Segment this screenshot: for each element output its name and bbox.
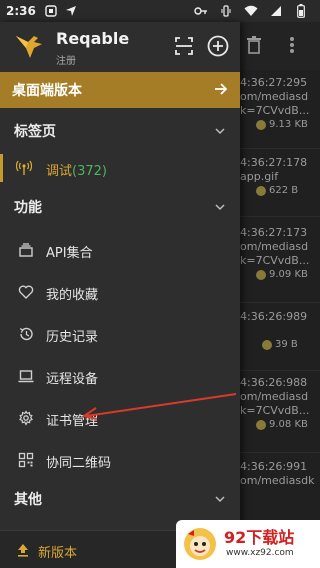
list-item[interactable]: 4:36:26:991 om/mediasdk [240, 460, 320, 488]
watermark-url: www.xz92.com [226, 548, 294, 558]
vibrate-icon [219, 4, 233, 18]
signal-icon [269, 4, 283, 18]
layers-icon [19, 243, 33, 257]
chevron-down-icon [215, 128, 225, 135]
other-section-title: 其他 [14, 492, 42, 508]
status-time: 2:36 [6, 4, 36, 18]
menu-item-favorites[interactable]: 我的收藏 [0, 276, 240, 308]
menu-item-label: 远程设备 [46, 372, 99, 387]
gear-icon [19, 410, 33, 426]
scan-button[interactable] [172, 34, 196, 58]
other-section-header[interactable]: 其他 [0, 484, 240, 514]
tab-debug-label: 调试 [46, 164, 73, 179]
key-icon [194, 4, 208, 18]
navigation-drawer: Reqable 注册 桌面端版本 标签页 调试(372) 功能 API集合 我的… [0, 22, 240, 568]
globe-icon [262, 340, 272, 350]
tabs-section-header[interactable]: 标签页 [0, 116, 240, 146]
watermark-mascot-icon [184, 528, 216, 560]
watermark-title: 92下载站 [224, 528, 295, 547]
menu-item-remote-devices[interactable]: 远程设备 [0, 360, 240, 392]
watermark: 92下载站 www.xz92.com [176, 520, 320, 568]
add-button[interactable] [206, 34, 230, 58]
menu-item-api-collection[interactable]: API集合 [0, 234, 240, 266]
background-request-list: 4:36:27:295 om/mediasd k=7CVvdB... 9.13 … [240, 70, 320, 568]
scan-icon [175, 37, 193, 55]
notification-icon [44, 4, 58, 18]
reqable-logo-icon [14, 32, 44, 60]
new-version-label: 新版本 [38, 546, 78, 561]
list-item[interactable]: 4:36:26:988 om/mediasd k=7CVvdB... 9.08 … [240, 376, 320, 434]
app-name: Reqable [56, 29, 130, 48]
desktop-version-banner[interactable]: 桌面端版本 [0, 72, 240, 108]
wifi-icon [244, 4, 258, 18]
delete-icon[interactable] [244, 36, 264, 56]
globe-icon [256, 120, 266, 130]
list-item[interactable]: 4:36:27:295 om/mediasd k=7CVvdB... 9.13 … [240, 76, 320, 134]
battery-icon [294, 4, 308, 18]
heart-icon [18, 285, 34, 299]
arrow-right-icon [214, 81, 228, 100]
more-vert-icon[interactable] [282, 36, 302, 56]
tab-debug[interactable]: 调试(372) [0, 152, 240, 184]
menu-item-label: 协同二维码 [46, 456, 112, 471]
drawer-header: Reqable 注册 [0, 22, 240, 70]
list-item[interactable]: 4:36:27:173 om/mediasd k=7CVvdB... 9.09 … [240, 226, 320, 284]
broadcast-icon [16, 160, 32, 175]
chevron-down-icon [215, 496, 225, 503]
active-indicator [0, 154, 3, 182]
menu-item-label: 我的收藏 [46, 288, 99, 303]
history-icon [19, 327, 33, 341]
menu-item-label: API集合 [46, 246, 93, 261]
register-link[interactable]: 注册 [56, 52, 76, 67]
add-circle-icon [207, 35, 229, 57]
menu-item-history[interactable]: 历史记录 [0, 318, 240, 350]
desktop-version-label: 桌面端版本 [12, 83, 82, 99]
list-item[interactable]: 4:36:26:989 39 B [240, 310, 320, 354]
globe-icon [256, 420, 266, 430]
features-section-title: 功能 [14, 200, 42, 216]
tab-debug-count: (372) [72, 164, 107, 179]
list-item[interactable]: 4:36:27:178 app.gif 622 B [240, 156, 320, 200]
globe-icon [256, 270, 266, 280]
globe-icon [256, 186, 266, 196]
menu-item-label: 历史记录 [46, 330, 99, 345]
location-arrow-icon [64, 4, 78, 18]
qr-code-icon [18, 452, 34, 468]
status-bar: 2:36 [0, 0, 320, 22]
upload-icon [18, 544, 28, 557]
chevron-down-icon [215, 204, 225, 211]
tabs-section-title: 标签页 [14, 124, 56, 140]
menu-item-collaboration-qr[interactable]: 协同二维码 [0, 444, 240, 476]
annotation-arrow [81, 393, 237, 420]
laptop-icon [18, 370, 34, 383]
features-section-header[interactable]: 功能 [0, 192, 240, 222]
